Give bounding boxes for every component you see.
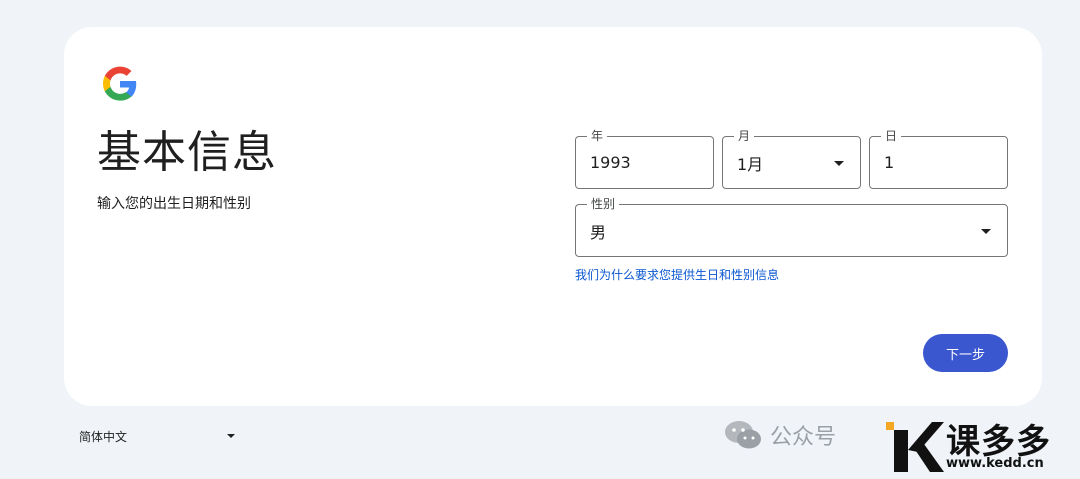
page-subtitle: 输入您的出生日期和性别	[97, 196, 251, 212]
wechat-watermark: 公众号	[724, 419, 836, 451]
month-value: 1月	[737, 154, 764, 174]
gender-value: 男	[590, 222, 607, 242]
year-input[interactable]: 年 1993	[575, 128, 714, 189]
wechat-icon	[725, 421, 761, 449]
wechat-text: 公众号	[770, 425, 837, 450]
language-select[interactable]: 简体中文	[79, 425, 239, 447]
chevron-down-icon	[834, 160, 844, 166]
k-logo-icon	[886, 422, 944, 472]
chevron-down-icon	[981, 228, 991, 234]
brand-watermark: 课多多 www.kedd.cn	[880, 412, 1080, 479]
next-button[interactable]: 下一步	[923, 334, 1008, 372]
gender-select[interactable]: 性别 男	[575, 196, 1008, 257]
why-birthday-gender-link[interactable]: 我们为什么要求您提供生日和性别信息	[575, 266, 779, 283]
chevron-down-icon	[227, 434, 235, 438]
day-value: 1	[884, 153, 895, 172]
language-value: 简体中文	[79, 429, 128, 444]
year-value: 1993	[590, 153, 631, 172]
signup-card: 基本信息 输入您的出生日期和性别 年 1993 月 1月 日 1 性别 男 我们…	[64, 27, 1042, 406]
day-input[interactable]: 日 1	[869, 128, 1008, 189]
brand-url: www.kedd.cn	[946, 456, 1044, 471]
page-title: 基本信息	[97, 127, 277, 178]
month-select[interactable]: 月 1月	[722, 128, 861, 189]
google-g-icon	[102, 66, 137, 101]
